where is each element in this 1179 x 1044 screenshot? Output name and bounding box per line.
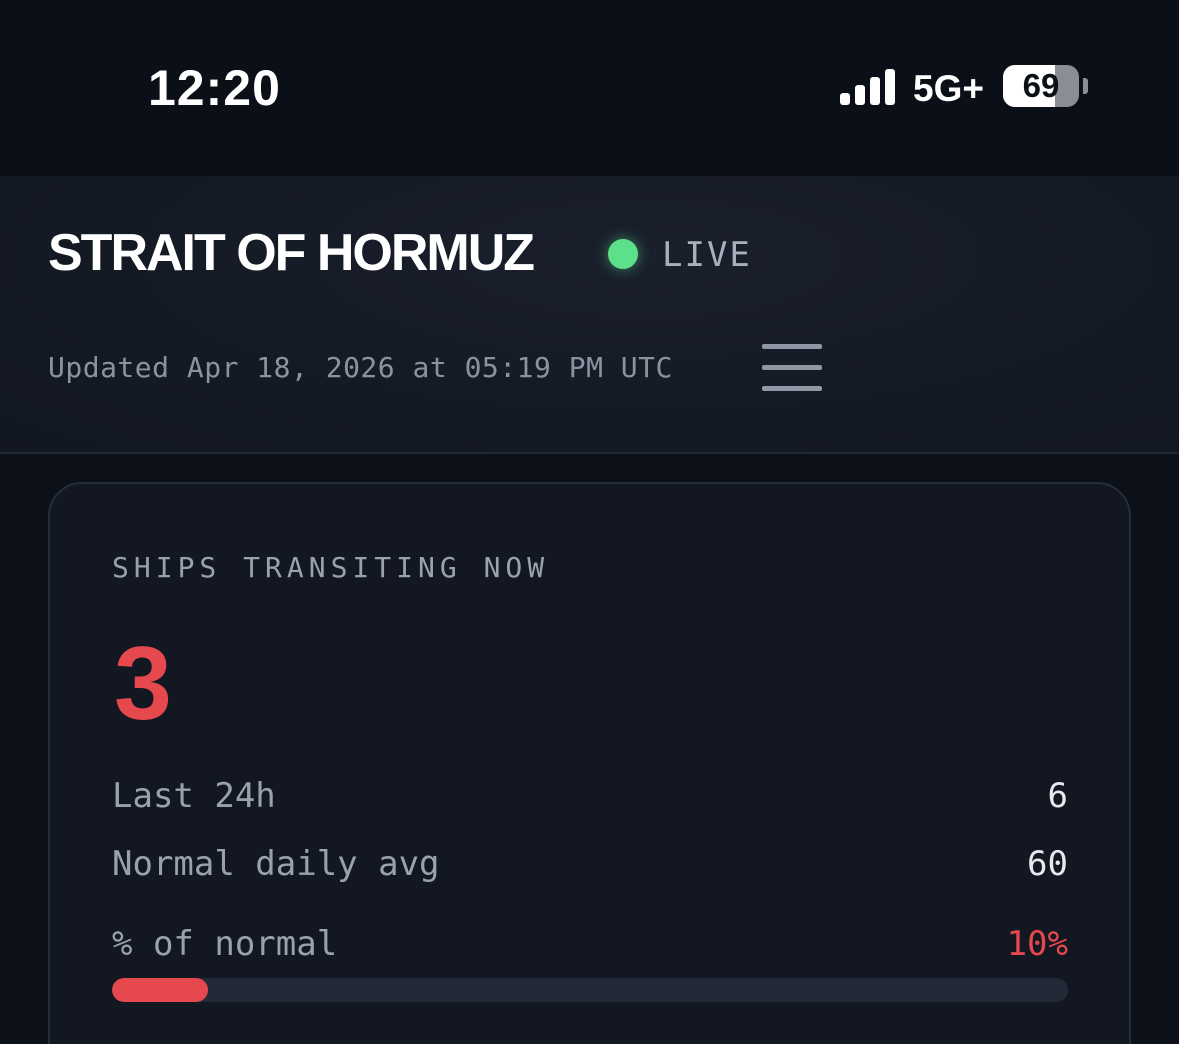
stat-label: Last 24h — [112, 776, 276, 816]
battery-shell: 69 — [1003, 65, 1079, 107]
battery-level: 69 — [1022, 67, 1060, 104]
stat-row-last-24h: Last 24h 6 — [112, 774, 1068, 818]
status-bar: 12:20 5G+ 69 — [0, 0, 1179, 176]
page-title: STRAIT OF HORMUZ — [48, 224, 535, 282]
live-indicator-icon — [608, 239, 638, 269]
stat-value: 6 — [1047, 776, 1068, 816]
stat-value: 60 — [1027, 844, 1068, 884]
stat-label: % of normal — [112, 924, 338, 964]
stat-row-percent-of-normal: % of normal 10% — [112, 922, 1068, 966]
live-label: LIVE — [662, 235, 752, 275]
network-type: 5G+ — [913, 68, 984, 109]
card-label: SHIPS TRANSITING NOW — [112, 551, 550, 584]
app-header: STRAIT OF HORMUZ LIVE Updated Apr 18, 20… — [0, 176, 1179, 454]
stat-row-normal-daily-avg: Normal daily avg 60 — [112, 842, 1068, 886]
updated-timestamp: Updated Apr 18, 2026 at 05:19 PM UTC — [48, 351, 673, 384]
percent-value: 10% — [1006, 924, 1068, 964]
stat-label: Normal daily avg — [112, 844, 440, 884]
menu-bar — [762, 344, 822, 349]
cellular-signal-icon — [840, 69, 895, 105]
hamburger-menu-icon[interactable] — [756, 336, 828, 400]
menu-bar — [762, 365, 822, 370]
status-time: 12:20 — [148, 60, 281, 116]
menu-bar — [762, 386, 822, 391]
ships-count: 3 — [114, 626, 172, 742]
percent-progress-bar — [112, 978, 1068, 1002]
ships-transiting-card: SHIPS TRANSITING NOW 3 Last 24h 6 Normal… — [48, 482, 1131, 1044]
percent-progress-fill — [112, 978, 208, 1002]
battery-icon: 69 — [1003, 65, 1089, 107]
battery-tip — [1083, 78, 1088, 94]
